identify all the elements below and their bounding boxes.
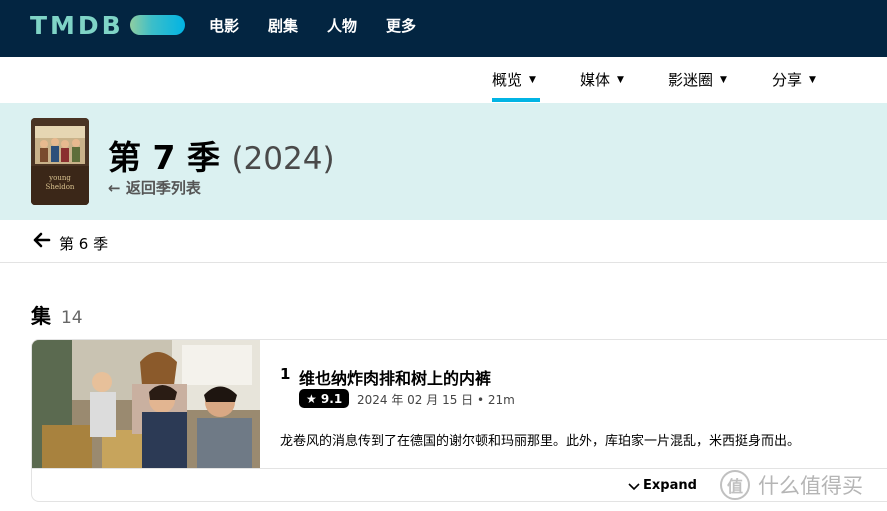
episode-still[interactable]	[32, 340, 260, 468]
nav-movies[interactable]: 电影	[209, 15, 239, 36]
expand-label: Expand	[643, 478, 697, 493]
nav-more[interactable]: 更多	[386, 15, 416, 36]
watermark-logo-icon: 值	[720, 470, 750, 500]
episode-number: 1	[280, 365, 291, 383]
poster-title-line2: Sheldon	[45, 183, 75, 191]
arrow-left-icon[interactable]	[33, 232, 51, 248]
caret-down-icon: ▼	[809, 74, 816, 85]
watermark: 值 什么值得买	[720, 470, 863, 500]
episode-title[interactable]: 维也纳炸肉排和树上的内裤	[299, 365, 491, 389]
caret-down-icon: ▼	[529, 74, 536, 85]
tmdb-logo-pill	[130, 15, 185, 35]
top-header: TMDB 电影 剧集 人物 更多	[0, 0, 887, 57]
back-to-season-list-label: 返回季列表	[125, 179, 201, 197]
card-divider	[32, 468, 887, 469]
active-tab-indicator	[492, 98, 540, 102]
tab-share[interactable]: 分享 ▼	[772, 69, 816, 90]
tab-fandom-label: 影迷圈	[668, 71, 714, 89]
episodes-heading: 集 14	[31, 300, 83, 329]
expand-button[interactable]: Expand	[628, 478, 697, 493]
poster-title: young Sheldon	[31, 174, 89, 192]
episode-meta: 2024 年 02 月 15 日 • 21m	[357, 393, 515, 407]
caret-down-icon: ▼	[617, 74, 624, 85]
caret-down-icon: ▼	[720, 74, 727, 85]
back-to-season-list-link[interactable]: ← 返回季列表	[108, 177, 201, 198]
season-navigation-row: 第 6 季	[0, 220, 887, 263]
nav-tv[interactable]: 剧集	[268, 15, 298, 36]
season-poster[interactable]: young Sheldon	[31, 118, 89, 205]
tab-share-label: 分享	[772, 71, 803, 89]
season-year: (2024)	[231, 141, 335, 177]
episode-still-image	[32, 340, 260, 468]
nav-people[interactable]: 人物	[327, 15, 357, 36]
arrow-left-icon: ←	[108, 179, 121, 197]
tab-overview-label: 概览	[492, 71, 523, 89]
episode-count: 14	[60, 308, 83, 328]
main-nav: 电影 剧集 人物 更多	[209, 15, 445, 36]
season-title: 第 7 季 (2024)	[108, 131, 335, 179]
tmdb-logo[interactable]: TMDB	[30, 11, 124, 40]
tab-media[interactable]: 媒体 ▼	[580, 69, 624, 90]
episodes-heading-label: 集	[31, 304, 51, 328]
tab-fandom[interactable]: 影迷圈 ▼	[668, 69, 727, 90]
episode-overview: 龙卷风的消息传到了在德国的谢尔顿和玛丽那里。此外，库珀家一片混乱，米西挺身而出。	[280, 434, 801, 449]
previous-season-link[interactable]: 第 6 季	[59, 233, 108, 254]
poster-title-line1: young	[49, 174, 71, 182]
chevron-down-icon	[628, 482, 640, 490]
sub-nav: 概览 ▼ 媒体 ▼ 影迷圈 ▼ 分享 ▼	[0, 57, 887, 103]
tab-overview[interactable]: 概览 ▼	[492, 69, 536, 90]
tab-media-label: 媒体	[580, 71, 611, 89]
season-title-text: 第 7 季	[108, 138, 220, 177]
episode-rating-badge: ★ 9.1	[299, 389, 350, 408]
watermark-text: 什么值得买	[758, 474, 863, 498]
